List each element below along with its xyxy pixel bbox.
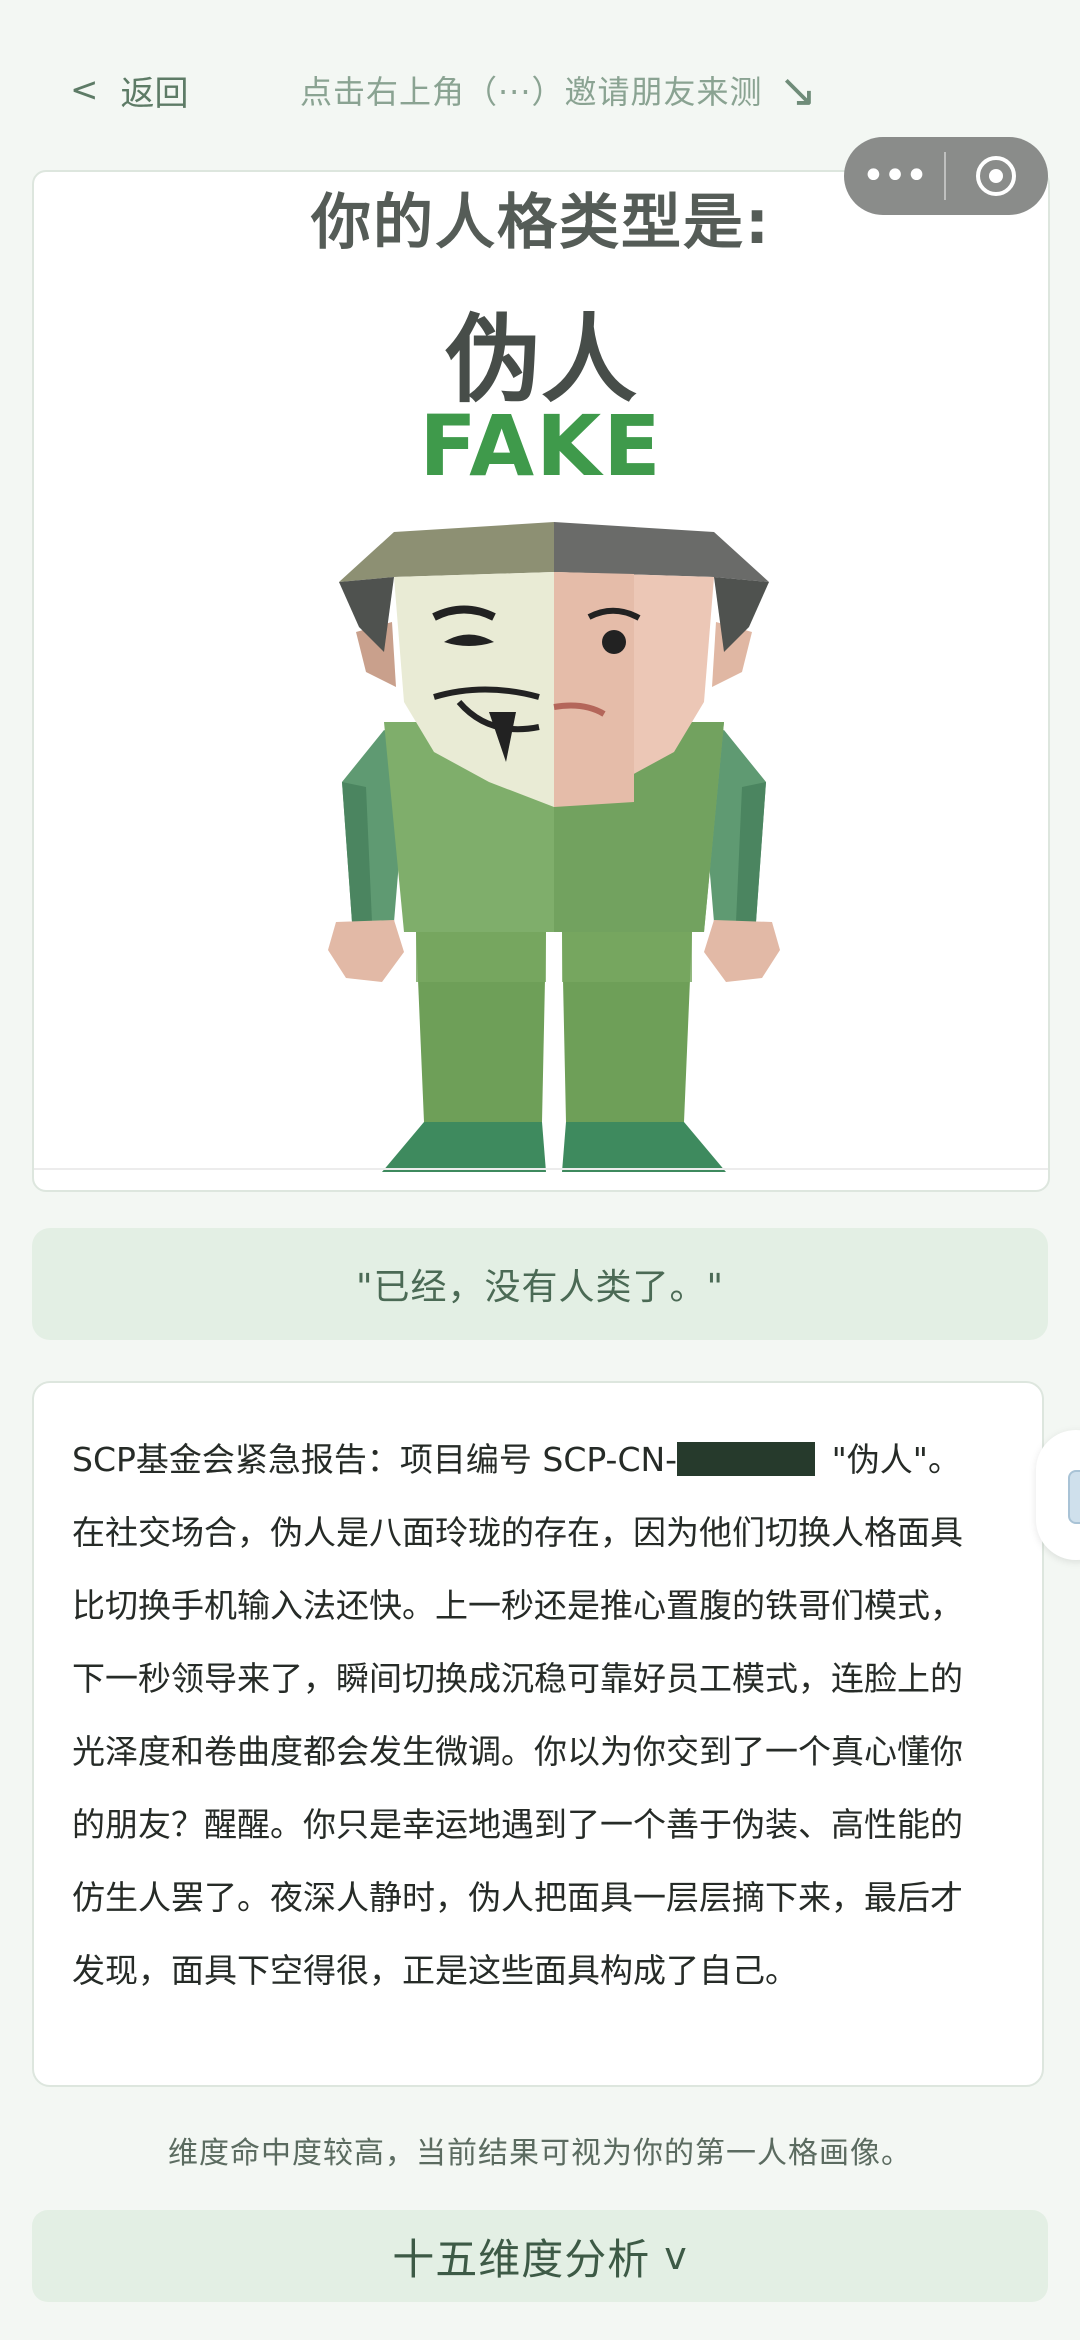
back-chevron-icon: < [70, 70, 99, 110]
side-tab-icon [1068, 1470, 1080, 1524]
fake-person-illustration [328, 522, 780, 1172]
personality-type-en: FAKE [419, 397, 663, 495]
invite-hint: 点击右上角（···）邀请朋友来测 ↘ [300, 62, 818, 118]
description-prefix: SCP基金会紧急报告：项目编号 SCP-CN- [72, 1440, 678, 1479]
quote-text: "已经，没有人类了。" [355, 1267, 725, 1308]
floating-side-button[interactable] [1036, 1430, 1080, 1560]
redacted-block [677, 1442, 816, 1476]
close-mini-program-button[interactable] [946, 137, 1046, 215]
quote-card: "已经，没有人类了。" [32, 1228, 1048, 1340]
arrow-down-right-icon: ↘ [778, 63, 819, 117]
result-hint: 维度命中度较高，当前结果可视为你的第一人格画像。 [168, 2136, 912, 2171]
card-divider [34, 1168, 1048, 1170]
invite-hint-text: 点击右上角（···）邀请朋友来测 [300, 73, 763, 111]
back-label: 返回 [120, 73, 189, 114]
dimension-analysis-button[interactable]: 十五维度分析 v [32, 2210, 1048, 2302]
back-button[interactable]: < 返回 [70, 62, 189, 118]
description-body: "伪人"。在社交场合，伪人是八面玲珑的存在，因为他们切换人格面具比切换手机输入法… [72, 1440, 963, 1990]
description-card: SCP基金会紧急报告：项目编号 SCP-CN- "伪人"。在社交场合，伪人是八面… [32, 1381, 1044, 2087]
result-card: 你的人格类型是: 伪人 FAKE [32, 170, 1050, 1192]
more-options-button[interactable]: ••• [844, 137, 944, 215]
description-text: SCP基金会紧急报告：项目编号 SCP-CN- "伪人"。在社交场合，伪人是八面… [72, 1423, 972, 2007]
mini-program-capsule: ••• [844, 137, 1048, 215]
more-dots-icon: ••• [861, 153, 929, 199]
chevron-down-icon: v [664, 2234, 688, 2278]
target-close-icon [976, 156, 1016, 196]
dimension-analysis-label: 十五维度分析 [392, 2234, 651, 2284]
